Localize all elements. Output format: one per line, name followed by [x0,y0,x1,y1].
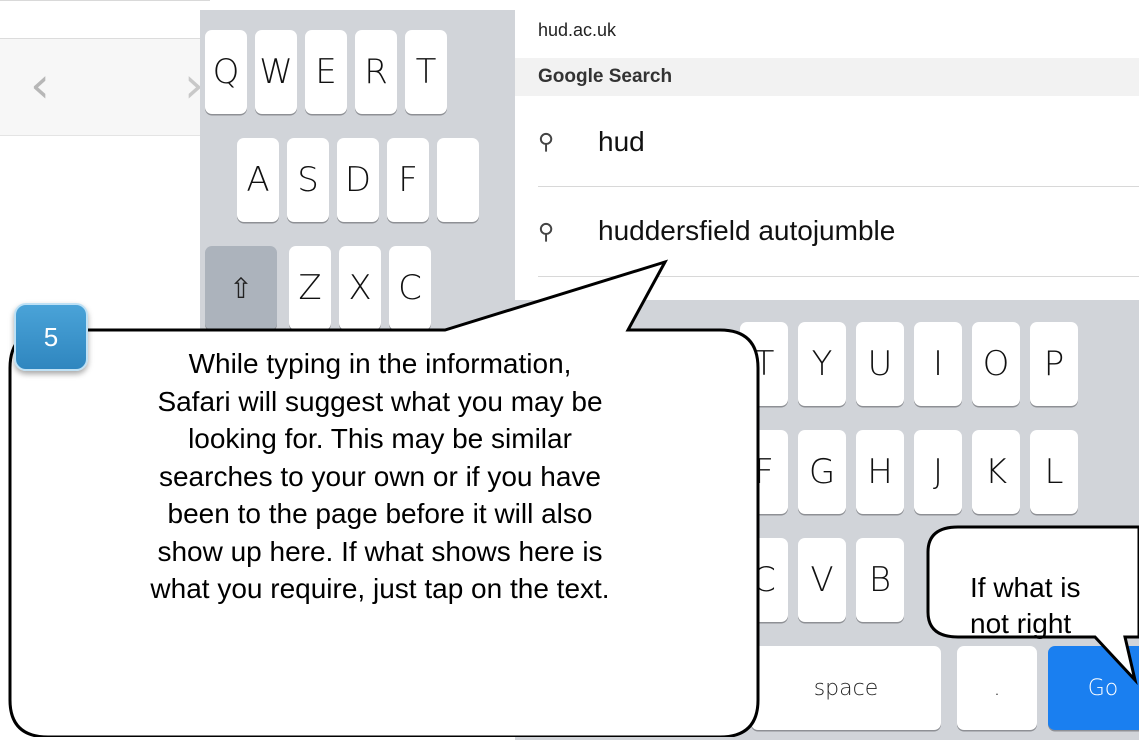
callout-line: been to the page before it will also [167,498,593,529]
callout-line: If what is [970,572,1081,603]
callout-line: show up here. If what shows here is [157,535,603,567]
callout-text: While typing in the information, Safari … [30,345,730,608]
callout-line: While typing in the information, [188,348,572,379]
callout-line: what you require, just tap on the text. [150,573,610,604]
callout-line: not right [970,608,1072,639]
callout-line: Safari will suggest what you may be [157,385,603,417]
callout-line: looking for. This may be similar [188,423,572,454]
callout-line: searches to your own or if you have [158,460,601,492]
secondary-callout-text: If what is not right [970,570,1139,642]
